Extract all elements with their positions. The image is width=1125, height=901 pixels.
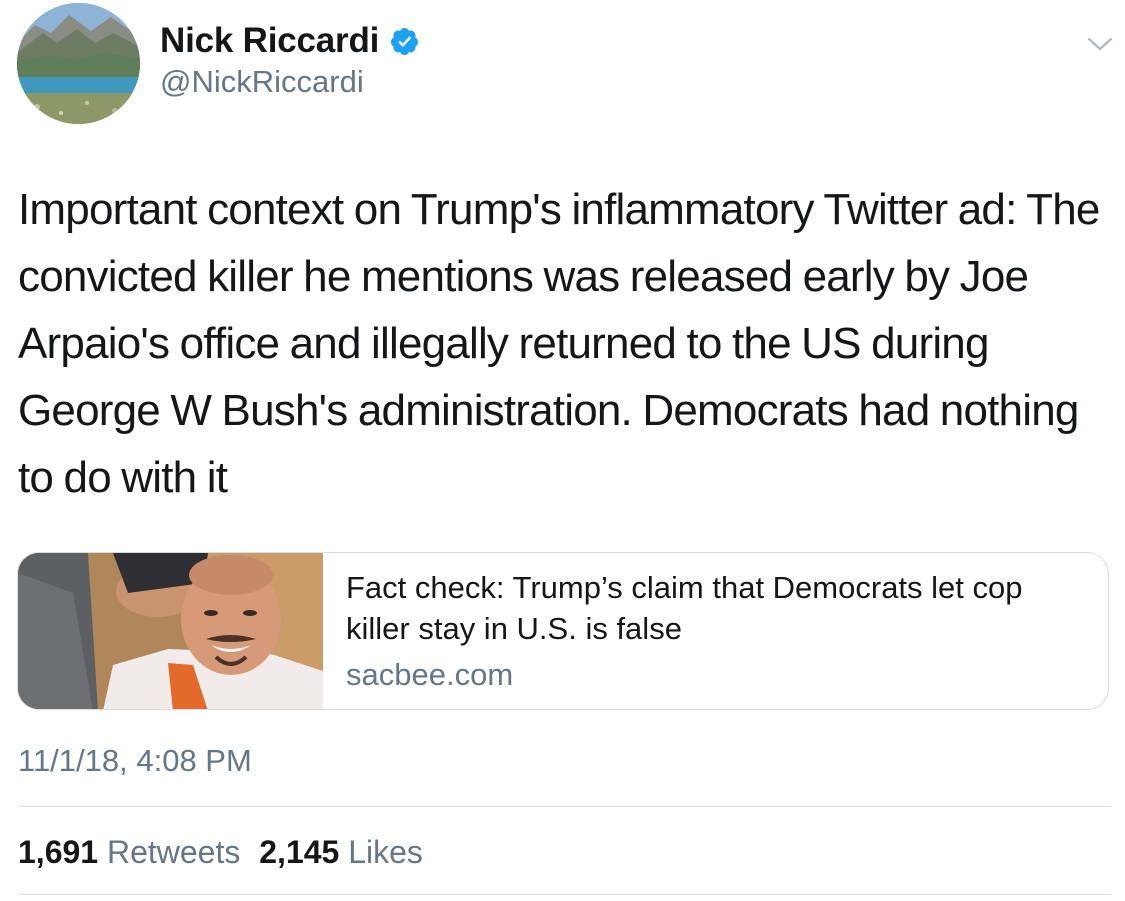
likes-count: 2,145 bbox=[259, 834, 340, 870]
chevron-down-icon[interactable] bbox=[1086, 34, 1114, 54]
tweet-stats: 1,691 Retweets 2,145 Likes bbox=[18, 834, 433, 871]
divider-bottom bbox=[18, 894, 1111, 895]
tweet-timestamp[interactable]: 11/1/18, 4:08 PM bbox=[18, 743, 252, 779]
likes-label: Likes bbox=[348, 834, 423, 870]
link-card-title[interactable]: Fact check: Trump’s claim that Democrats… bbox=[346, 567, 1091, 649]
author-handle[interactable]: @NickRiccardi bbox=[160, 64, 364, 100]
link-card[interactable]: Fact check: Trump’s claim that Democrats… bbox=[17, 552, 1109, 710]
avatar[interactable] bbox=[17, 3, 140, 124]
retweets-count: 1,691 bbox=[18, 834, 99, 870]
divider-top bbox=[18, 806, 1111, 807]
verified-badge-icon bbox=[389, 26, 420, 57]
tweet: Nick Riccardi @NickRiccardi Important co… bbox=[0, 0, 1125, 901]
author-display-name[interactable]: Nick Riccardi bbox=[160, 21, 379, 61]
link-card-domain: sacbee.com bbox=[346, 657, 514, 692]
news-photo-thumbnail bbox=[18, 553, 323, 709]
retweets-label: Retweets bbox=[106, 834, 241, 870]
retweets-stat[interactable]: 1,691 Retweets bbox=[18, 834, 250, 870]
author-name-row[interactable]: Nick Riccardi bbox=[160, 21, 420, 61]
link-card-body[interactable]: Fact check: Trump’s claim that Democrats… bbox=[346, 567, 1091, 693]
tweet-text: Important context on Trump's inflammator… bbox=[18, 185, 1100, 502]
landscape-avatar-image bbox=[17, 3, 140, 124]
likes-stat[interactable]: 2,145 Likes bbox=[259, 834, 433, 870]
